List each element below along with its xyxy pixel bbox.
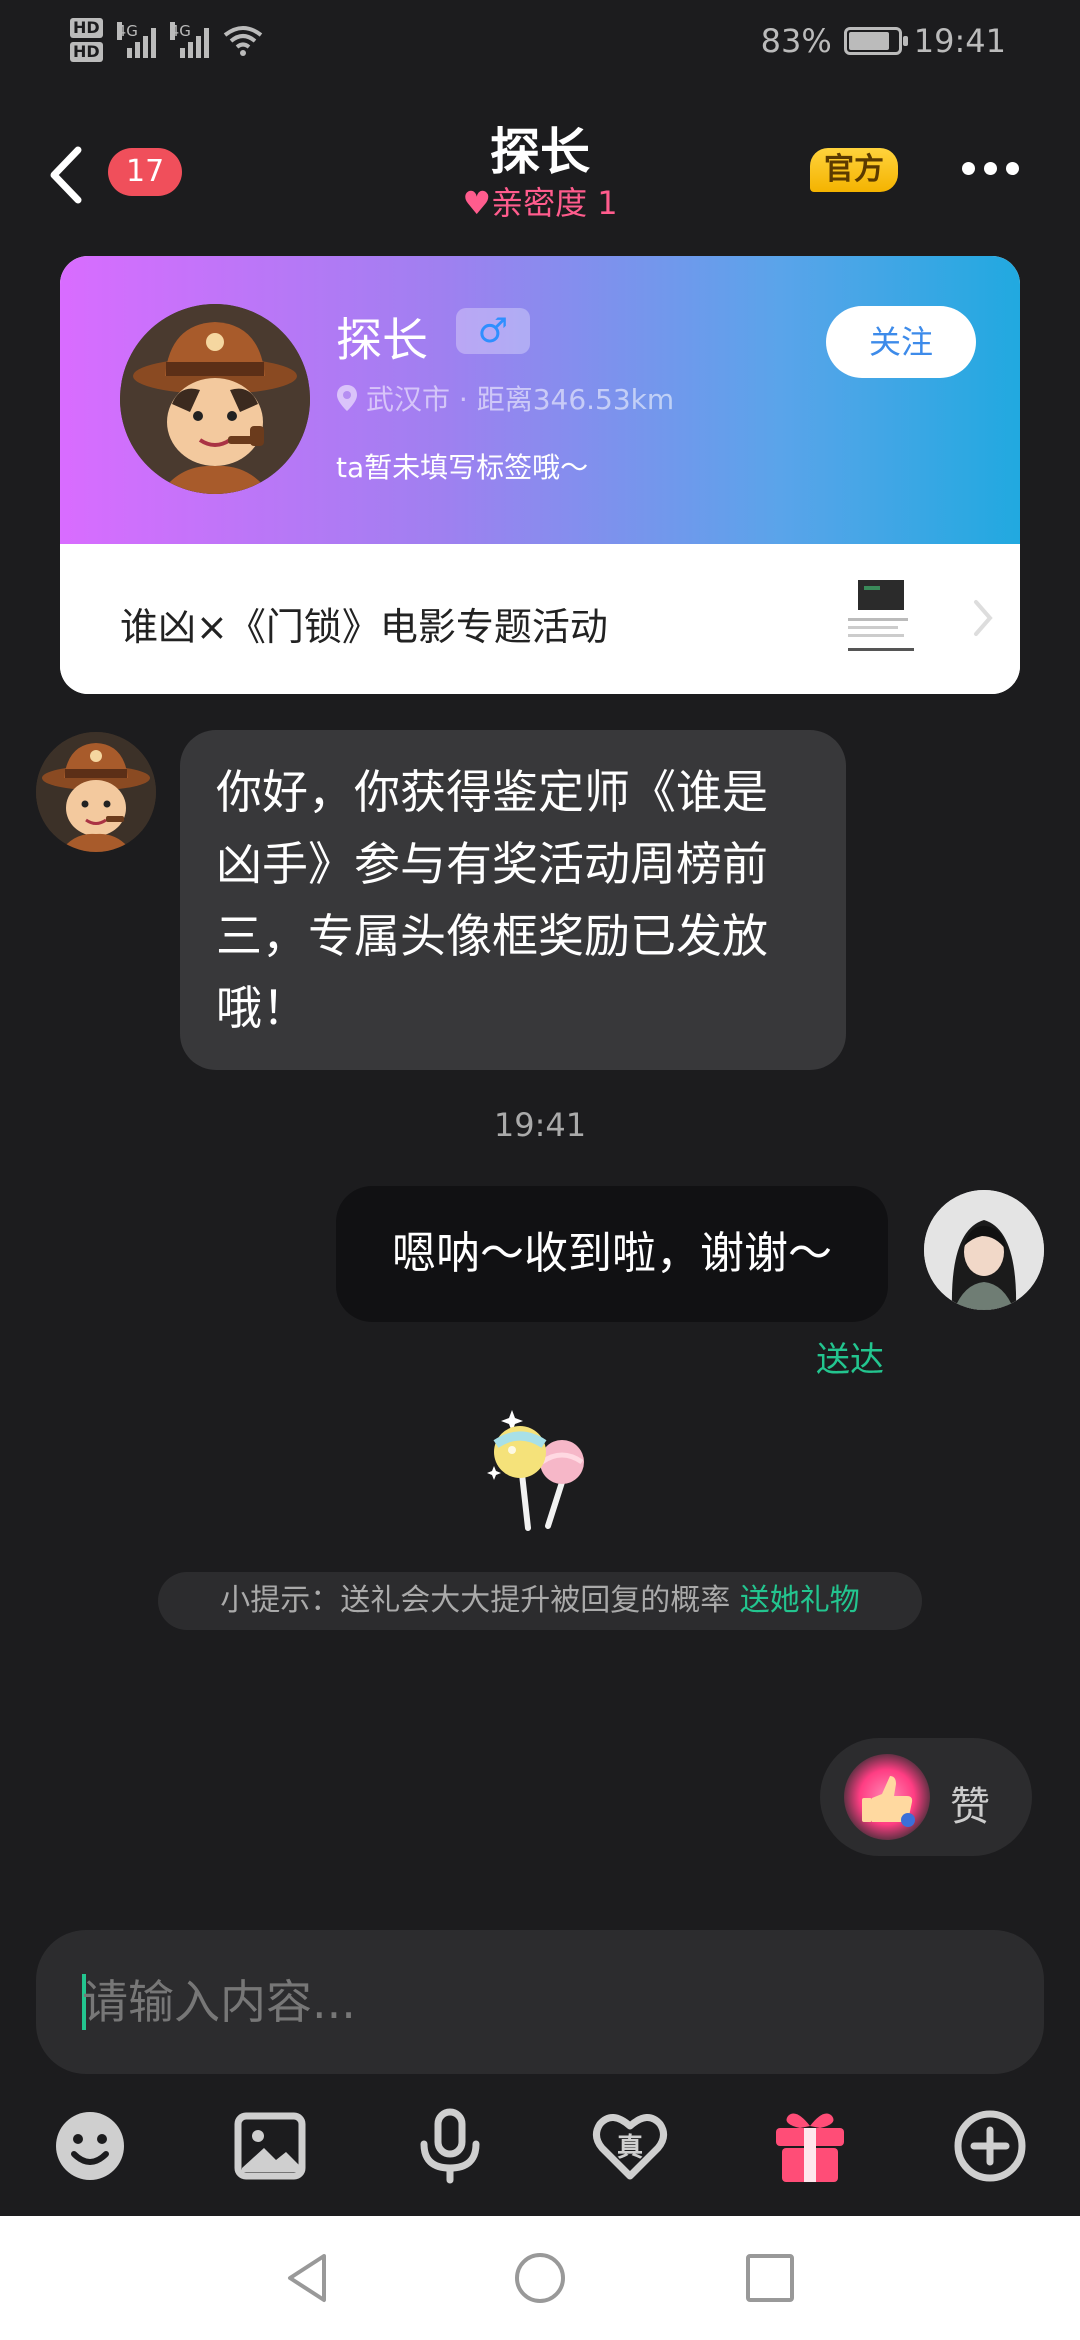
- heart-real-icon: 真: [593, 2114, 667, 2180]
- promo-thumbnail: [846, 578, 916, 664]
- my-avatar[interactable]: [924, 1190, 1044, 1310]
- nav-recents-icon[interactable]: [742, 2250, 798, 2306]
- status-right: 83% 19:41: [761, 22, 1006, 60]
- hd-indicators: HD HD: [70, 18, 103, 62]
- promo-banner[interactable]: 谁凶×《门锁》电影专题活动: [60, 544, 1020, 694]
- lollipop-gift-icon[interactable]: [484, 1404, 600, 1536]
- status-bar: HD HD 4G 4G 83% 19:41: [0, 0, 1080, 90]
- nav-back-icon[interactable]: [280, 2250, 336, 2306]
- voice-button[interactable]: [410, 2106, 490, 2186]
- profile-avatar[interactable]: [120, 304, 310, 494]
- battery-percent: 83%: [760, 22, 832, 60]
- message-input[interactable]: [82, 1970, 982, 2034]
- thumbs-up-icon: [844, 1754, 930, 1840]
- battery-icon: [843, 27, 908, 55]
- follow-button[interactable]: 关注: [826, 306, 976, 378]
- battery-fill: [848, 32, 889, 50]
- heart-icon: ♥: [462, 184, 492, 222]
- image-button[interactable]: [230, 2106, 310, 2186]
- more-plus-button[interactable]: [950, 2106, 1030, 2186]
- location-pin-icon: [337, 385, 357, 411]
- profile-location: 武汉市 · 距离346.53km: [336, 378, 674, 418]
- wifi-icon: [223, 26, 262, 56]
- sim-2-label: 4G: [169, 22, 191, 40]
- chevron-right-icon: [974, 600, 993, 636]
- hd-1-label: HD: [70, 18, 103, 38]
- emoji-button[interactable]: [50, 2106, 130, 2186]
- hd-2-label: HD: [70, 42, 103, 62]
- heart-button[interactable]: 真: [590, 2106, 670, 2186]
- chat-title: 探长: [490, 123, 590, 181]
- emoji-icon: [56, 2112, 124, 2180]
- sim-1-label: 4G: [116, 22, 138, 40]
- signal-1-icon: 4G: [116, 22, 156, 58]
- more-options-button[interactable]: [962, 162, 1019, 175]
- profile-signature: ta暂未填写标签哦～: [336, 451, 589, 484]
- gift-tip: 小提示：送礼会大大提升被回复的概率 送她礼物: [158, 1572, 922, 1630]
- clock: 19:41: [913, 22, 1006, 60]
- plus-icon: [954, 2110, 1026, 2182]
- gift-icon: [776, 2113, 844, 2182]
- input-toolbar: 真: [0, 2106, 1080, 2186]
- delivered-status: 送达: [816, 1340, 884, 1380]
- chat-header: 17 探长 ♥亲密度 1 官方: [0, 100, 1080, 240]
- tip-text: 小提示：送礼会大大提升被回复的概率: [220, 1583, 740, 1618]
- signal-2-icon: 4G: [169, 22, 209, 58]
- heart-label: 真: [617, 2133, 643, 2163]
- profile-card-header: 探长 ♂ 武汉市 · 距离346.53km ta暂未填写标签哦～ 关注: [60, 256, 1020, 544]
- sender-avatar[interactable]: [36, 732, 156, 852]
- incoming-message-bubble[interactable]: 你好，你获得鉴定师《谁是凶手》参与有奖活动周榜前三，专属头像框奖励已发放哦！: [180, 730, 846, 1070]
- intimacy-level: ♥亲密度 1: [0, 178, 1080, 224]
- message-timestamp: 19:41: [493, 1106, 587, 1144]
- profile-card[interactable]: 探长 ♂ 武汉市 · 距离346.53km ta暂未填写标签哦～ 关注 谁凶×《…: [60, 256, 1020, 694]
- outgoing-message-bubble[interactable]: 嗯呐～收到啦，谢谢～: [336, 1186, 888, 1322]
- image-icon: [234, 2112, 306, 2180]
- official-tag: 官方: [810, 148, 898, 192]
- like-button[interactable]: 赞: [820, 1738, 1032, 1856]
- gender-male-icon: ♂: [456, 308, 530, 354]
- nav-home-icon[interactable]: [512, 2250, 568, 2306]
- send-gift-link[interactable]: 送她礼物: [740, 1583, 860, 1618]
- promo-text: 谁凶×《门锁》电影专题活动: [120, 605, 608, 649]
- system-nav-bar: [0, 2216, 1080, 2340]
- status-left: HD HD 4G 4G: [70, 18, 263, 62]
- location-text: 武汉市 · 距离346.53km: [366, 383, 675, 416]
- gift-button[interactable]: [770, 2106, 850, 2186]
- intimacy-label: 亲密度 1: [491, 184, 618, 222]
- like-label: 赞: [950, 1784, 990, 1830]
- profile-name: 探长: [336, 313, 428, 367]
- microphone-icon: [420, 2108, 480, 2184]
- message-input-box[interactable]: [36, 1930, 1044, 2074]
